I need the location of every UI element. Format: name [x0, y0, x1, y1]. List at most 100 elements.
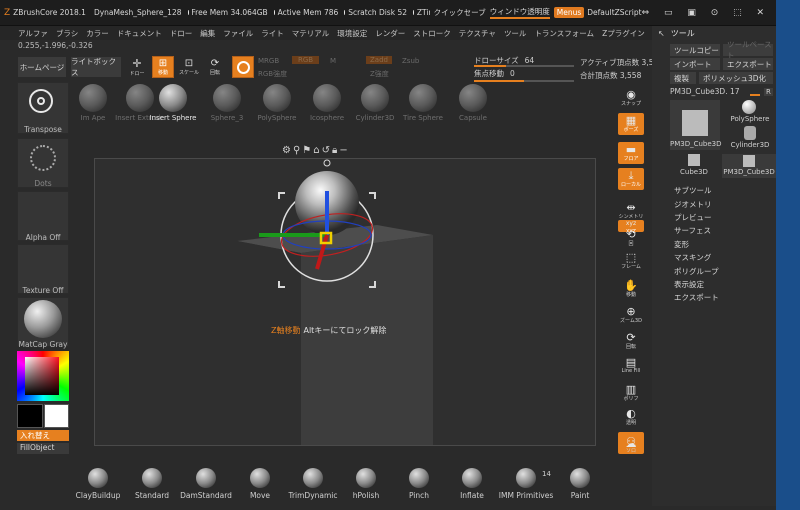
bottom-brush-7[interactable]: Inflate: [447, 468, 497, 500]
menu-item-3[interactable]: ドキュメント: [117, 28, 162, 39]
z-intensity-slider[interactable]: Z強度: [370, 69, 389, 79]
mrgb-toggle[interactable]: MRGB: [258, 57, 279, 65]
current-tool-thumb[interactable]: PM3D_Cube3D: [670, 100, 722, 150]
tool-paste-button[interactable]: ツールペースト: [723, 40, 773, 60]
minus-icon[interactable]: −: [339, 145, 349, 156]
draw-button[interactable]: ✛ ドロー: [126, 56, 148, 78]
menu-item-9[interactable]: 環境設定: [337, 28, 367, 39]
rt-button-0[interactable]: ◉ スナップ: [618, 87, 644, 109]
bottom-brush-3[interactable]: Move: [235, 468, 285, 500]
menu-item-0[interactable]: アルファ: [18, 28, 48, 39]
rt-button-2[interactable]: ▬ フロア: [618, 142, 644, 164]
gizmo-3d-button[interactable]: [232, 56, 254, 78]
menu-item-15[interactable]: Zプラグイン: [602, 28, 645, 39]
tool-copy-button[interactable]: ツールコピー: [670, 44, 720, 56]
stroke-dots[interactable]: Dots: [17, 138, 69, 188]
bottom-brush-4[interactable]: TrimDynamic: [288, 468, 338, 500]
menu-item-10[interactable]: レンダー: [375, 28, 405, 39]
color-picker[interactable]: [17, 351, 69, 401]
brush-5[interactable]: Icosphere: [304, 84, 350, 122]
rt-button-9[interactable]: ⊕ ズーム3D: [618, 304, 644, 326]
material-matcap[interactable]: MatCap Gray: [17, 297, 69, 349]
secondary-color-swatch[interactable]: [44, 404, 69, 428]
clone-button[interactable]: 複製: [670, 72, 696, 84]
export-button[interactable]: エクスポート: [723, 58, 773, 70]
menu-item-1[interactable]: ブラシ: [56, 28, 78, 39]
menu-item-7[interactable]: ライト: [261, 28, 284, 39]
window-controls[interactable]: ⇔ ▭ ▣ ⊙ ⬚ ✕: [642, 8, 770, 18]
brush-4[interactable]: PolySphere: [254, 84, 300, 122]
import-button[interactable]: インポート: [670, 58, 720, 70]
rt-button-1[interactable]: ▦ ポーズ: [618, 113, 644, 135]
color-sv-square[interactable]: [25, 357, 59, 395]
rt-button-13[interactable]: ◐ 透明: [618, 406, 644, 428]
primary-color-swatch[interactable]: [17, 404, 43, 428]
bottom-brush-5[interactable]: hPolish: [341, 468, 391, 500]
menu-item-6[interactable]: ファイル: [223, 28, 253, 39]
alpha-off[interactable]: Alpha Off: [17, 191, 69, 242]
rt-button-8[interactable]: ✋ 移動: [618, 278, 644, 300]
bottom-brush-1[interactable]: Standard: [127, 468, 177, 500]
default-zscript[interactable]: DefaultZScript: [587, 8, 641, 17]
menu-item-4[interactable]: ドロー: [170, 28, 193, 39]
lightbox-button[interactable]: ライトボックス: [70, 56, 122, 78]
bottom-brush-2[interactable]: DamStandard: [180, 468, 232, 500]
reset-r-button[interactable]: R: [764, 87, 773, 96]
move-mode-button[interactable]: ⊞ 移動: [152, 56, 174, 78]
scale-mode-button[interactable]: ⊡ スケール: [178, 56, 200, 78]
brush-8[interactable]: Capsule: [450, 84, 496, 122]
thumb-pm3d-cube3d[interactable]: PM3D_Cube3D: [722, 154, 776, 178]
brush-0[interactable]: Im Ape: [70, 84, 116, 122]
bottom-brush-9[interactable]: Paint: [555, 468, 605, 500]
rt-button-3[interactable]: ⤓ ローカル: [618, 168, 644, 190]
brush-7[interactable]: Tire Sphere: [400, 84, 446, 122]
gear-icon[interactable]: ⚙: [282, 145, 293, 156]
menu-item-8[interactable]: マテリアル: [292, 28, 329, 39]
marker-icon[interactable]: ⚑: [302, 145, 313, 156]
zsub-toggle[interactable]: Zsub: [402, 57, 419, 65]
menu-item-12[interactable]: テクスチャ: [459, 28, 496, 39]
bottom-brush-6[interactable]: Pinch: [394, 468, 444, 500]
rgb-toggle[interactable]: RGB: [292, 56, 320, 64]
thumb-cylinder3d[interactable]: Cylinder3D: [726, 126, 774, 150]
menu-item-13[interactable]: ツール: [504, 28, 527, 39]
make-polymesh-button[interactable]: ポリメッシュ3D化: [699, 72, 773, 84]
menu-item-5[interactable]: 編集: [200, 28, 215, 39]
rt-button-11[interactable]: ▤ Line Fill: [618, 354, 644, 376]
rt-button-6[interactable]: ⟲ 回: [618, 229, 644, 247]
rotate-mode-button[interactable]: ⟳ 回転: [204, 56, 226, 78]
pin-icon[interactable]: ⚲: [293, 145, 302, 156]
brush-3[interactable]: Sphere_3: [204, 84, 250, 122]
canvas-viewport[interactable]: Z軸移動 Altキーにてロック解除: [94, 158, 596, 446]
bottom-brush-0[interactable]: ClayBuildup: [73, 468, 123, 500]
brush-6[interactable]: Cylinder3D: [352, 84, 398, 122]
quicksave-button[interactable]: クイックセーブ: [434, 7, 486, 18]
texture-off[interactable]: Texture Off: [17, 244, 69, 295]
thumb-cube3d[interactable]: Cube3D: [670, 154, 718, 178]
rt-button-10[interactable]: ⟳ 回転: [618, 330, 644, 352]
rt-button-7[interactable]: ⬚ フレーム: [618, 250, 644, 272]
menu-item-14[interactable]: トランスフォーム: [534, 28, 594, 39]
home-icon[interactable]: ⌂: [313, 145, 321, 156]
focal-shift-track[interactable]: [474, 80, 574, 82]
menu-item-2[interactable]: カラー: [86, 28, 109, 39]
scene-3d[interactable]: [95, 159, 596, 446]
lock-icon[interactable]: 🔒︎: [332, 145, 339, 156]
current-tool-slider[interactable]: [750, 93, 760, 96]
menus-toggle[interactable]: Menus: [553, 7, 585, 18]
swap-colors-button[interactable]: 入れ替え: [17, 430, 69, 441]
m-toggle[interactable]: M: [330, 57, 336, 65]
fill-object-button[interactable]: FillObject: [17, 443, 69, 454]
menu-item-11[interactable]: ストローク: [413, 28, 451, 39]
focal-shift-slider[interactable]: 焦点移動 0: [474, 68, 576, 79]
rgb-intensity-slider[interactable]: RGB強度: [258, 69, 287, 79]
thumb-polysphere[interactable]: PolySphere: [726, 100, 774, 124]
rt-button-solo[interactable]: ⚇ ソロ: [618, 436, 644, 454]
home-page-button[interactable]: ホームページ: [17, 56, 67, 78]
rt-button-12[interactable]: ▥ ポリフ: [618, 382, 644, 404]
transpose-tool[interactable]: Transpose: [17, 82, 69, 134]
draw-size-track[interactable]: [474, 65, 574, 67]
zadd-toggle[interactable]: Zadd: [366, 56, 392, 64]
brush-2[interactable]: Insert Sphere: [150, 84, 196, 122]
transparency-slider[interactable]: ウィンドウ透明度: [489, 6, 550, 19]
